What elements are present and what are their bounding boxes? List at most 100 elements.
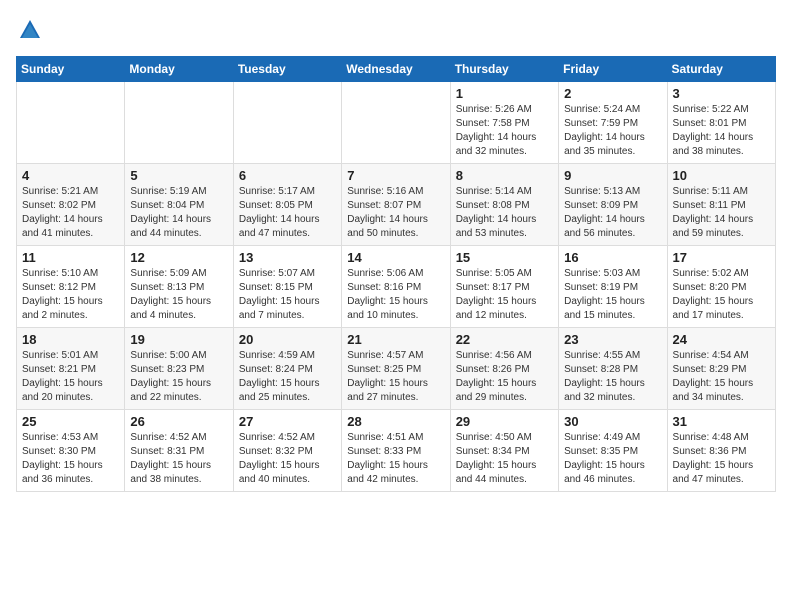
calendar-cell: 10 Sunrise: 5:11 AM Sunset: 8:11 PM Dayli…: [667, 164, 775, 246]
calendar-week-row: 25 Sunrise: 4:53 AM Sunset: 8:30 PM Dayli…: [17, 410, 776, 492]
weekday-header-monday: Monday: [125, 57, 233, 82]
day-info: Sunrise: 5:07 AM Sunset: 8:15 PM Dayligh…: [239, 267, 336, 323]
day-number: 1: [456, 86, 553, 101]
day-info: Sunrise: 5:03 AM Sunset: 8:19 PM Dayligh…: [564, 267, 661, 323]
day-number: 4: [22, 168, 119, 183]
day-info: Sunrise: 4:54 AM Sunset: 8:29 PM Dayligh…: [673, 349, 770, 405]
day-number: 28: [347, 414, 444, 429]
weekday-header-wednesday: Wednesday: [342, 57, 450, 82]
weekday-header-thursday: Thursday: [450, 57, 558, 82]
day-info: Sunrise: 5:16 AM Sunset: 8:07 PM Dayligh…: [347, 185, 444, 241]
day-number: 17: [673, 250, 770, 265]
calendar-week-row: 11 Sunrise: 5:10 AM Sunset: 8:12 PM Dayli…: [17, 246, 776, 328]
calendar-header-row: SundayMondayTuesdayWednesdayThursdayFrid…: [17, 57, 776, 82]
day-number: 19: [130, 332, 227, 347]
calendar-cell: 17 Sunrise: 5:02 AM Sunset: 8:20 PM Dayli…: [667, 246, 775, 328]
day-number: 6: [239, 168, 336, 183]
calendar-cell: [17, 82, 125, 164]
weekday-header-tuesday: Tuesday: [233, 57, 341, 82]
calendar-cell: [125, 82, 233, 164]
day-number: 7: [347, 168, 444, 183]
day-info: Sunrise: 5:21 AM Sunset: 8:02 PM Dayligh…: [22, 185, 119, 241]
day-number: 29: [456, 414, 553, 429]
calendar-cell: 14 Sunrise: 5:06 AM Sunset: 8:16 PM Dayli…: [342, 246, 450, 328]
day-info: Sunrise: 5:00 AM Sunset: 8:23 PM Dayligh…: [130, 349, 227, 405]
day-number: 26: [130, 414, 227, 429]
day-info: Sunrise: 5:17 AM Sunset: 8:05 PM Dayligh…: [239, 185, 336, 241]
day-number: 21: [347, 332, 444, 347]
day-info: Sunrise: 4:51 AM Sunset: 8:33 PM Dayligh…: [347, 431, 444, 487]
day-info: Sunrise: 5:01 AM Sunset: 8:21 PM Dayligh…: [22, 349, 119, 405]
day-info: Sunrise: 5:10 AM Sunset: 8:12 PM Dayligh…: [22, 267, 119, 323]
day-number: 5: [130, 168, 227, 183]
calendar-cell: 30 Sunrise: 4:49 AM Sunset: 8:35 PM Dayli…: [559, 410, 667, 492]
day-info: Sunrise: 5:06 AM Sunset: 8:16 PM Dayligh…: [347, 267, 444, 323]
weekday-header-saturday: Saturday: [667, 57, 775, 82]
calendar-cell: 5Sunrise: 5:19 AM Sunset: 8:04 PM Daylig…: [125, 164, 233, 246]
calendar-cell: 27 Sunrise: 4:52 AM Sunset: 8:32 PM Dayli…: [233, 410, 341, 492]
day-info: Sunrise: 5:14 AM Sunset: 8:08 PM Dayligh…: [456, 185, 553, 241]
calendar-week-row: 1Sunrise: 5:26 AM Sunset: 7:58 PM Daylig…: [17, 82, 776, 164]
calendar-cell: 1Sunrise: 5:26 AM Sunset: 7:58 PM Daylig…: [450, 82, 558, 164]
day-number: 30: [564, 414, 661, 429]
calendar-cell: 8Sunrise: 5:14 AM Sunset: 8:08 PM Daylig…: [450, 164, 558, 246]
day-number: 12: [130, 250, 227, 265]
calendar-cell: 15 Sunrise: 5:05 AM Sunset: 8:17 PM Dayli…: [450, 246, 558, 328]
day-info: Sunrise: 5:11 AM Sunset: 8:11 PM Dayligh…: [673, 185, 770, 241]
day-info: Sunrise: 5:09 AM Sunset: 8:13 PM Dayligh…: [130, 267, 227, 323]
calendar-cell: 12 Sunrise: 5:09 AM Sunset: 8:13 PM Dayli…: [125, 246, 233, 328]
day-info: Sunrise: 4:49 AM Sunset: 8:35 PM Dayligh…: [564, 431, 661, 487]
calendar-cell: 21 Sunrise: 4:57 AM Sunset: 8:25 PM Dayli…: [342, 328, 450, 410]
calendar-cell: [233, 82, 341, 164]
calendar-cell: 7 Sunrise: 5:16 AM Sunset: 8:07 PM Daylig…: [342, 164, 450, 246]
calendar-cell: 4 Sunrise: 5:21 AM Sunset: 8:02 PM Daylig…: [17, 164, 125, 246]
day-number: 25: [22, 414, 119, 429]
calendar-table: SundayMondayTuesdayWednesdayThursdayFrid…: [16, 56, 776, 492]
calendar-cell: 18 Sunrise: 5:01 AM Sunset: 8:21 PM Dayli…: [17, 328, 125, 410]
calendar-cell: 23 Sunrise: 4:55 AM Sunset: 8:28 PM Dayli…: [559, 328, 667, 410]
day-number: 15: [456, 250, 553, 265]
weekday-header-friday: Friday: [559, 57, 667, 82]
day-info: Sunrise: 5:24 AM Sunset: 7:59 PM Dayligh…: [564, 103, 661, 159]
day-number: 13: [239, 250, 336, 265]
day-number: 10: [673, 168, 770, 183]
calendar-cell: [342, 82, 450, 164]
day-number: 27: [239, 414, 336, 429]
calendar-cell: 26 Sunrise: 4:52 AM Sunset: 8:31 PM Dayli…: [125, 410, 233, 492]
calendar-cell: 25 Sunrise: 4:53 AM Sunset: 8:30 PM Dayli…: [17, 410, 125, 492]
day-number: 11: [22, 250, 119, 265]
calendar-week-row: 4 Sunrise: 5:21 AM Sunset: 8:02 PM Daylig…: [17, 164, 776, 246]
day-number: 16: [564, 250, 661, 265]
calendar-cell: 13 Sunrise: 5:07 AM Sunset: 8:15 PM Dayli…: [233, 246, 341, 328]
day-number: 14: [347, 250, 444, 265]
day-info: Sunrise: 4:57 AM Sunset: 8:25 PM Dayligh…: [347, 349, 444, 405]
calendar-cell: 3 Sunrise: 5:22 AM Sunset: 8:01 PM Daylig…: [667, 82, 775, 164]
calendar-cell: 24 Sunrise: 4:54 AM Sunset: 8:29 PM Dayli…: [667, 328, 775, 410]
day-info: Sunrise: 4:55 AM Sunset: 8:28 PM Dayligh…: [564, 349, 661, 405]
day-info: Sunrise: 5:02 AM Sunset: 8:20 PM Dayligh…: [673, 267, 770, 323]
day-number: 3: [673, 86, 770, 101]
calendar-cell: 16 Sunrise: 5:03 AM Sunset: 8:19 PM Dayli…: [559, 246, 667, 328]
calendar-cell: 31Sunrise: 4:48 AM Sunset: 8:36 PM Dayli…: [667, 410, 775, 492]
calendar-cell: 29 Sunrise: 4:50 AM Sunset: 8:34 PM Dayli…: [450, 410, 558, 492]
day-info: Sunrise: 4:56 AM Sunset: 8:26 PM Dayligh…: [456, 349, 553, 405]
day-info: Sunrise: 4:50 AM Sunset: 8:34 PM Dayligh…: [456, 431, 553, 487]
day-number: 2: [564, 86, 661, 101]
calendar-cell: 20Sunrise: 4:59 AM Sunset: 8:24 PM Dayli…: [233, 328, 341, 410]
logo-icon: [16, 16, 44, 44]
day-info: Sunrise: 5:22 AM Sunset: 8:01 PM Dayligh…: [673, 103, 770, 159]
day-number: 22: [456, 332, 553, 347]
day-number: 31: [673, 414, 770, 429]
day-number: 18: [22, 332, 119, 347]
day-info: Sunrise: 5:05 AM Sunset: 8:17 PM Dayligh…: [456, 267, 553, 323]
day-number: 9: [564, 168, 661, 183]
day-info: Sunrise: 4:52 AM Sunset: 8:32 PM Dayligh…: [239, 431, 336, 487]
calendar-cell: 19 Sunrise: 5:00 AM Sunset: 8:23 PM Dayli…: [125, 328, 233, 410]
calendar-cell: 2 Sunrise: 5:24 AM Sunset: 7:59 PM Daylig…: [559, 82, 667, 164]
day-info: Sunrise: 4:53 AM Sunset: 8:30 PM Dayligh…: [22, 431, 119, 487]
logo: [16, 16, 48, 44]
day-number: 20: [239, 332, 336, 347]
day-number: 24: [673, 332, 770, 347]
day-info: Sunrise: 4:52 AM Sunset: 8:31 PM Dayligh…: [130, 431, 227, 487]
day-number: 23: [564, 332, 661, 347]
